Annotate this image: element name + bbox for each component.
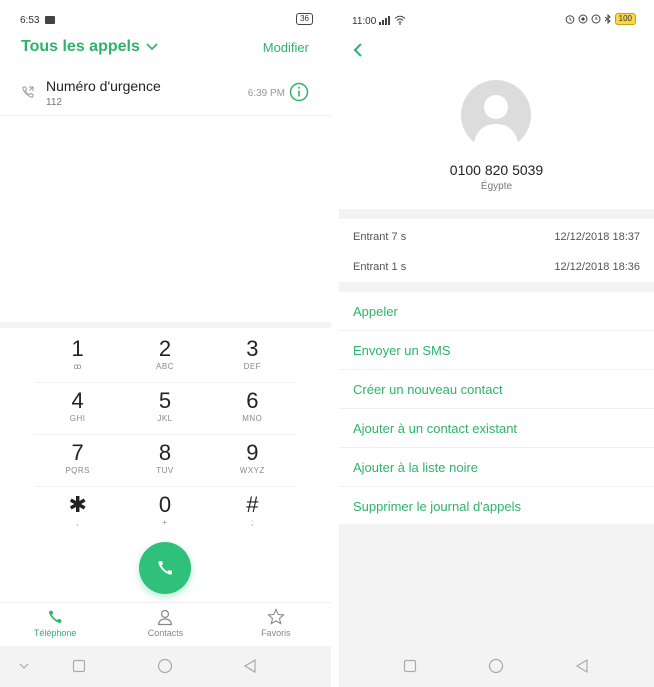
tab-favorites[interactable]: Favoris [221,603,331,646]
location-icon [578,14,588,24]
wifi-icon [394,15,406,25]
home-icon[interactable] [488,658,504,674]
status-bar: 6:53 36 [0,0,331,34]
call-name: Numéro d'urgence [46,78,161,94]
history-type: Entrant 1 s [353,261,407,273]
key-1[interactable]: 1ꝏ [34,331,121,382]
home-icon[interactable] [157,658,173,674]
keypad-divider [0,322,331,328]
status-bar: 11:00 100 [339,0,654,34]
person-icon [473,95,519,150]
voicemail-icon: ꝏ [73,362,82,371]
bottom-tab-bar: Téléphone Contacts Favoris [0,602,331,646]
history-date: 12/12/2018 18:37 [554,231,640,243]
battery-icon: 36 [296,13,313,25]
edit-button[interactable]: Modifier [263,40,309,55]
tab-phone[interactable]: Téléphone [0,603,110,646]
tab-contacts[interactable]: Contacts [110,603,220,646]
recents-icon[interactable] [403,658,417,674]
call-filter-dropdown[interactable]: Tous les appels [21,38,158,56]
call-detail-screen: 11:00 100 0100 820 5039 Égypte Entrant 7… [339,0,654,687]
delete-call-log-action[interactable]: Supprimer le journal d'appels [339,487,654,526]
send-sms-action[interactable]: Envoyer un SMS [339,331,654,370]
history-type: Entrant 7 s [353,231,407,243]
dial-call-button[interactable] [139,542,191,594]
back-icon[interactable] [243,658,257,674]
key-6[interactable]: 6 MNO [209,383,296,434]
tab-contacts-label: Contacts [147,628,184,638]
missed-call-icon [22,86,34,98]
sim-icon [45,16,56,24]
system-nav-bar [339,646,654,687]
dial-keypad: 1ꝏ 2 ABC 3 DEF 4 GHI 5 JKL 6 MNO 7 PQRS 8 TUV 9… [34,331,296,539]
create-contact-action[interactable]: Créer un nouveau contact [339,370,654,409]
info-icon[interactable] [289,82,309,102]
key-3[interactable]: 3 DEF [209,331,296,382]
add-to-existing-contact-action[interactable]: Ajouter à un contact existant [339,409,654,448]
tab-favorites-label: Favoris [261,628,291,638]
call-number: 112 [46,97,62,108]
key-2[interactable]: 2 ABC [121,331,208,382]
chevron-down-icon [146,43,158,51]
key-hash[interactable]: #; [209,487,296,539]
bluetooth-icon [604,14,611,24]
phone-icon [49,610,62,623]
clock-icon [591,14,601,24]
dialer-screen: 6:53 36 Tous les appels Modifier Numéro … [0,0,331,687]
key-8[interactable]: 8 TUV [121,435,208,486]
call-time: 6:39 PM [247,88,285,99]
add-to-blacklist-action[interactable]: Ajouter à la liste noire [339,448,654,487]
filter-title: Tous les appels [21,38,140,55]
call-history-row: Entrant 1 s 12/12/2018 18:36 [339,252,654,282]
signal-icon [379,16,391,25]
person-icon [158,609,173,626]
avatar [461,80,531,150]
call-log-item[interactable]: Numéro d'urgence 112 6:39 PM [0,70,331,116]
key-star[interactable]: ✱, [34,487,121,539]
screen-divider [331,0,339,687]
key-9[interactable]: 9 WXYZ [209,435,296,486]
key-4[interactable]: 4 GHI [34,383,121,434]
back-icon[interactable] [575,658,589,674]
status-time: 6:53 [20,15,40,26]
status-time: 11:00 [352,16,377,27]
key-5[interactable]: 5 JKL [121,383,208,434]
key-7[interactable]: 7 PQRS [34,435,121,486]
system-nav-bar [0,646,331,687]
contact-country: Égypte [480,181,513,192]
back-arrow-icon[interactable] [352,42,364,58]
recents-icon[interactable] [72,658,86,674]
tab-phone-label: Téléphone [33,628,77,638]
call-history-row: Entrant 7 s 12/12/2018 18:37 [339,222,654,252]
contact-number: 0100 820 5039 [449,162,544,178]
call-action[interactable]: Appeler [339,292,654,331]
phone-icon [158,561,172,575]
battery-icon: 100 [614,13,636,25]
history-date: 12/12/2018 18:36 [554,261,640,273]
section-divider [339,209,654,219]
alarm-icon [565,15,574,24]
star-icon [266,608,285,625]
section-divider [339,282,654,292]
chevron-down-icon[interactable] [18,658,30,674]
key-0[interactable]: 0 + [121,487,208,539]
